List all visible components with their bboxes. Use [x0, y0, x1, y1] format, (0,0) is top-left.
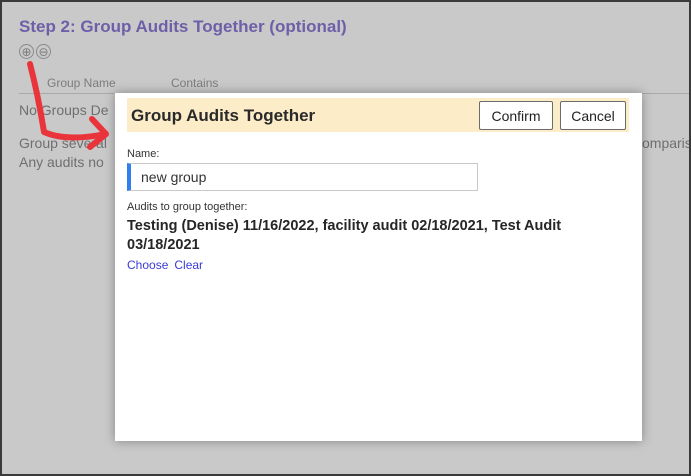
- description-line-1-overflow: omparis: [642, 135, 691, 151]
- minus-circle-icon[interactable]: ⊖: [36, 44, 51, 59]
- group-name-input[interactable]: [127, 163, 478, 191]
- name-label: Name:: [127, 148, 160, 160]
- step-title: Step 2: Group Audits Together (optional): [19, 17, 347, 36]
- column-header-contains: Contains: [171, 76, 219, 90]
- dialog-title: Group Audits Together: [131, 106, 316, 125]
- audit-selection-links: Choose Clear: [127, 258, 203, 272]
- cancel-button[interactable]: Cancel: [560, 101, 626, 130]
- dialog-header: Group Audits Together Confirm Cancel: [127, 98, 629, 132]
- group-audits-dialog: Group Audits Together Confirm Cancel Nam…: [115, 93, 642, 441]
- confirm-button[interactable]: Confirm: [479, 101, 553, 130]
- column-header-group-name: Group Name: [47, 76, 116, 90]
- no-groups-text: No Groups De: [19, 102, 109, 118]
- selected-audits-list: Testing (Denise) 11/16/2022, facility au…: [127, 218, 562, 253]
- audits-label: Audits to group together:: [127, 201, 248, 213]
- clear-link[interactable]: Clear: [174, 258, 203, 272]
- description-line-1: Group several: [19, 135, 107, 151]
- plus-circle-icon[interactable]: ⊕: [19, 44, 34, 59]
- description-line-2: Any audits no: [19, 154, 104, 170]
- choose-link[interactable]: Choose: [127, 258, 168, 272]
- screenshot-frame: Step 2: Group Audits Together (optional)…: [0, 0, 691, 476]
- group-controls: ⊕ ⊖: [19, 44, 51, 59]
